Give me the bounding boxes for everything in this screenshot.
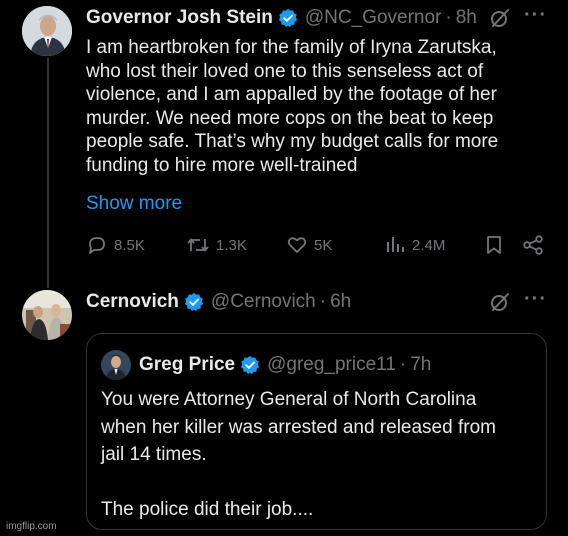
avatar-greg-price[interactable] [101, 350, 131, 380]
verified-badge-icon [241, 355, 260, 375]
avatar-governor[interactable] [22, 6, 72, 56]
quote-header: Greg Price @greg_price11 · 7h [139, 354, 431, 376]
quote-text-line: jail 14 times. [101, 444, 207, 465]
share-icon[interactable] [522, 234, 544, 256]
grok-icon[interactable] [489, 7, 511, 29]
thread-line [47, 58, 49, 288]
heart-icon [287, 237, 307, 253]
quote-text: You were Attorney General of North Carol… [101, 386, 531, 524]
views-icon [387, 237, 404, 252]
verified-badge-icon [184, 292, 204, 312]
quote-text-line: when her killer was arrested and release… [101, 416, 496, 438]
repost-count: 1.3K [216, 236, 247, 254]
bookmark-icon[interactable] [484, 234, 504, 256]
repost-icon [187, 238, 209, 252]
tweet1-author-name[interactable]: Governor Josh Stein [86, 7, 273, 29]
tweet2-handle[interactable]: @Cernovich [211, 291, 316, 313]
show-more-link[interactable]: Show more [86, 193, 182, 215]
quote-text-spacer [101, 469, 531, 497]
watermark: imgflip.com [6, 521, 57, 532]
views-button[interactable]: 2.4M [384, 234, 445, 256]
tweet2-separator: · [319, 291, 327, 312]
tweet1-timestamp[interactable]: 8h [456, 7, 477, 29]
tweet2-timestamp[interactable]: 6h [330, 291, 351, 313]
repost-button[interactable]: 1.3K [186, 234, 247, 256]
quote-handle[interactable]: @greg_price11 [267, 354, 396, 376]
tweet2-header: Cernovich @Cernovich · 6h [86, 291, 351, 313]
like-count: 5K [314, 236, 333, 254]
tweet1-handle[interactable]: @NC_Governor [305, 7, 442, 29]
more-options-icon[interactable]: ··· [524, 288, 547, 311]
quote-text-line: The police did their job.... [101, 499, 314, 520]
grok-icon[interactable] [489, 291, 511, 313]
quote-separator: · [399, 354, 407, 375]
tweet1-text: I am heartbroken for the family of Iryna… [86, 37, 499, 176]
tweet1-separator: · [445, 7, 452, 28]
views-count: 2.4M [412, 236, 446, 254]
quote-author-name[interactable]: Greg Price [139, 354, 235, 376]
reply-count: 8.5K [114, 236, 145, 254]
verified-badge-icon [278, 8, 297, 28]
quote-timestamp[interactable]: 7h [410, 354, 431, 376]
tweet2-author-name[interactable]: Cernovich [86, 291, 179, 313]
reply-icon [89, 237, 105, 254]
tweet1-header: Governor Josh Stein @NC_Governor · 8h [86, 7, 477, 29]
reply-button[interactable]: 8.5K [86, 234, 145, 256]
like-button[interactable]: 5K [286, 234, 332, 256]
avatar-cernovich[interactable] [22, 290, 72, 340]
more-options-icon[interactable]: ··· [524, 4, 547, 27]
quote-text-line: You were Attorney General of North Carol… [101, 389, 477, 410]
